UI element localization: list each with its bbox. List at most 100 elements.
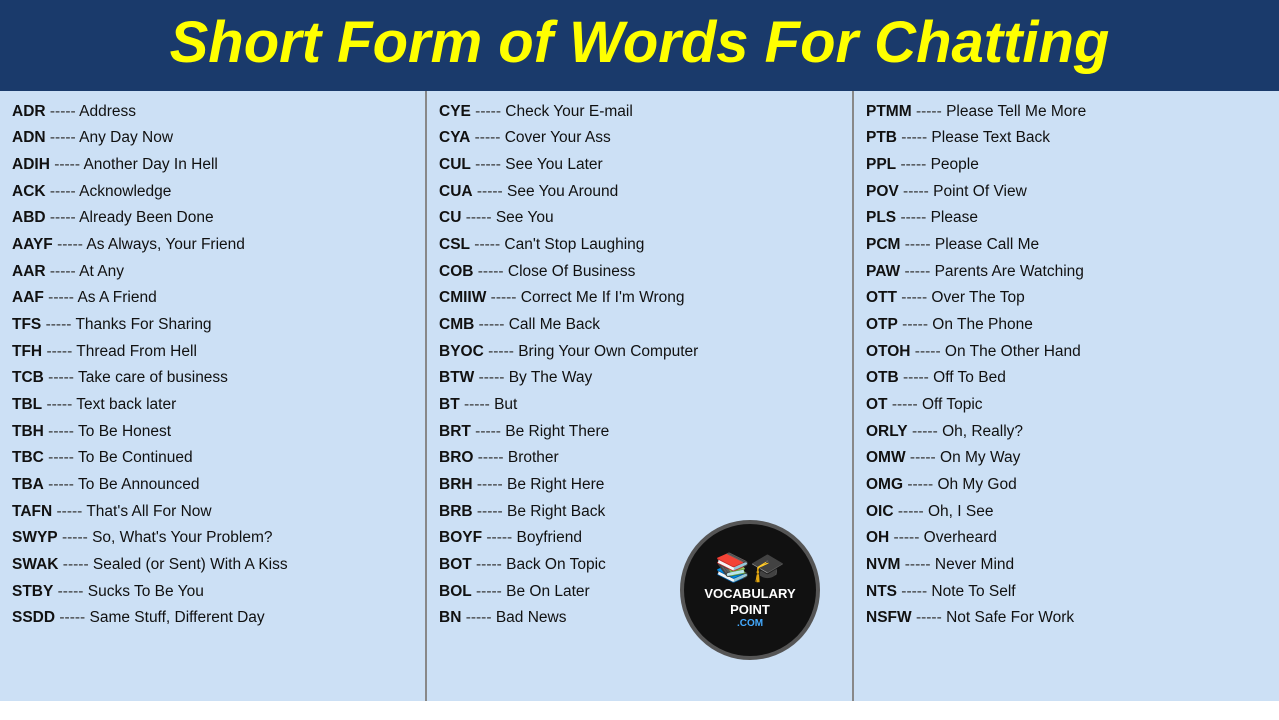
abbr-dashes: ----- — [44, 289, 78, 306]
list-item: OTB ----- Off To Bed — [866, 365, 1267, 392]
list-item: OTOH ----- On The Other Hand — [866, 339, 1267, 366]
abbr-meaning: Overheard — [924, 529, 997, 546]
abbr-meaning: Oh, Really? — [942, 423, 1023, 440]
abbr-dashes: ----- — [473, 503, 507, 520]
list-item: AAYF ----- As Always, Your Friend — [12, 232, 413, 259]
abbr-meaning: On My Way — [940, 449, 1020, 466]
abbr-dashes: ----- — [471, 103, 505, 120]
abbr-code: BOL — [439, 583, 472, 600]
abbr-code: SWAK — [12, 556, 59, 573]
vocab-icon: 📚🎓 — [715, 551, 785, 584]
abbr-meaning: Bring Your Own Computer — [518, 343, 698, 360]
abbr-code: TBC — [12, 449, 44, 466]
list-item: TFH ----- Thread From Hell — [12, 339, 413, 366]
abbr-dashes: ----- — [471, 423, 505, 440]
abbr-dashes: ----- — [903, 476, 937, 493]
abbr-dashes: ----- — [888, 396, 922, 413]
abbr-code: AAYF — [12, 236, 53, 253]
abbr-dashes: ----- — [53, 583, 87, 600]
abbr-code: BRT — [439, 423, 471, 440]
abbr-code: ABD — [12, 209, 46, 226]
abbr-dashes: ----- — [473, 263, 507, 280]
page-title: Short Form of Words For Chatting — [20, 10, 1259, 77]
abbr-meaning: As Always, Your Friend — [86, 236, 245, 253]
abbr-code: BRB — [439, 503, 473, 520]
abbr-meaning: Please Tell Me More — [946, 103, 1086, 120]
list-item: TBL ----- Text back later — [12, 392, 413, 419]
abbr-meaning: See You Around — [507, 183, 618, 200]
abbr-dashes: ----- — [889, 529, 923, 546]
abbr-dashes: ----- — [906, 449, 940, 466]
abbr-code: OH — [866, 529, 889, 546]
abbr-dashes: ----- — [44, 369, 78, 386]
abbr-code: PCM — [866, 236, 900, 253]
abbr-dashes: ----- — [482, 529, 516, 546]
abbr-dashes: ----- — [896, 209, 930, 226]
abbr-code: AAR — [12, 263, 46, 280]
list-item: STBY ----- Sucks To Be You — [12, 579, 413, 606]
abbr-meaning: To Be Continued — [78, 449, 193, 466]
list-item: CYA ----- Cover Your Ass — [439, 125, 840, 152]
list-item: PLS ----- Please — [866, 205, 1267, 232]
abbr-dashes: ----- — [473, 476, 507, 493]
abbr-meaning: Parents Are Watching — [935, 263, 1084, 280]
list-item: CU ----- See You — [439, 205, 840, 232]
abbr-meaning: Thread From Hell — [76, 343, 197, 360]
watermark-line2: POINT — [730, 602, 770, 618]
abbr-dashes: ----- — [472, 583, 506, 600]
abbr-meaning: Never Mind — [935, 556, 1014, 573]
watermark-line3: .COM — [737, 618, 763, 629]
abbr-dashes: ----- — [911, 343, 945, 360]
list-item: BRO ----- Brother — [439, 445, 840, 472]
list-item: TCB ----- Take care of business — [12, 365, 413, 392]
abbr-meaning: Oh, I See — [928, 503, 993, 520]
abbr-meaning: Sealed (or Sent) With A Kiss — [93, 556, 288, 573]
list-item: ADN ----- Any Day Now — [12, 125, 413, 152]
abbr-dashes: ----- — [50, 156, 84, 173]
abbr-dashes: ----- — [42, 343, 76, 360]
abbr-meaning: To Be Announced — [78, 476, 200, 493]
abbr-code: PLS — [866, 209, 896, 226]
list-item: BYOC ----- Bring Your Own Computer — [439, 339, 840, 366]
abbr-meaning: Acknowledge — [79, 183, 171, 200]
list-item: NSFW ----- Not Safe For Work — [866, 605, 1267, 632]
list-item: BRT ----- Be Right There — [439, 419, 840, 446]
abbr-dashes: ----- — [896, 156, 930, 173]
abbr-meaning: Text back later — [76, 396, 176, 413]
abbr-code: CMIIW — [439, 289, 486, 306]
abbr-dashes: ----- — [44, 476, 78, 493]
abbr-meaning: Back On Topic — [506, 556, 606, 573]
abbr-meaning: Oh My God — [937, 476, 1016, 493]
abbr-dashes: ----- — [474, 316, 508, 333]
abbr-code: ADN — [12, 129, 46, 146]
abbr-code: CYA — [439, 129, 470, 146]
abbr-code: PPL — [866, 156, 896, 173]
abbr-code: OMG — [866, 476, 903, 493]
abbr-meaning: Any Day Now — [79, 129, 173, 146]
list-item: CSL ----- Can't Stop Laughing — [439, 232, 840, 259]
abbr-dashes: ----- — [908, 423, 942, 440]
abbr-code: AAF — [12, 289, 44, 306]
abbr-meaning: Please Call Me — [935, 236, 1039, 253]
list-item: BT ----- But — [439, 392, 840, 419]
abbr-dashes: ----- — [472, 556, 506, 573]
abbr-meaning: Cover Your Ass — [505, 129, 611, 146]
abbr-meaning: Boyfriend — [516, 529, 581, 546]
abbr-dashes: ----- — [900, 236, 934, 253]
list-item: NTS ----- Note To Self — [866, 579, 1267, 606]
list-item: AAF ----- As A Friend — [12, 285, 413, 312]
list-item: OTT ----- Over The Top — [866, 285, 1267, 312]
abbr-meaning: On The Phone — [932, 316, 1033, 333]
content-area: ADR ----- AddressADN ----- Any Day NowAD… — [0, 91, 1279, 701]
abbr-dashes: ----- — [461, 609, 495, 626]
abbr-meaning: By The Way — [509, 369, 593, 386]
abbr-code: OTOH — [866, 343, 911, 360]
abbr-code: TFS — [12, 316, 41, 333]
abbr-code: NVM — [866, 556, 900, 573]
abbr-dashes: ----- — [912, 609, 946, 626]
abbr-meaning: Point Of View — [933, 183, 1027, 200]
abbr-code: NTS — [866, 583, 897, 600]
abbr-meaning: Another Day In Hell — [83, 156, 217, 173]
abbr-code: OIC — [866, 503, 894, 520]
list-item: CYE ----- Check Your E-mail — [439, 99, 840, 126]
